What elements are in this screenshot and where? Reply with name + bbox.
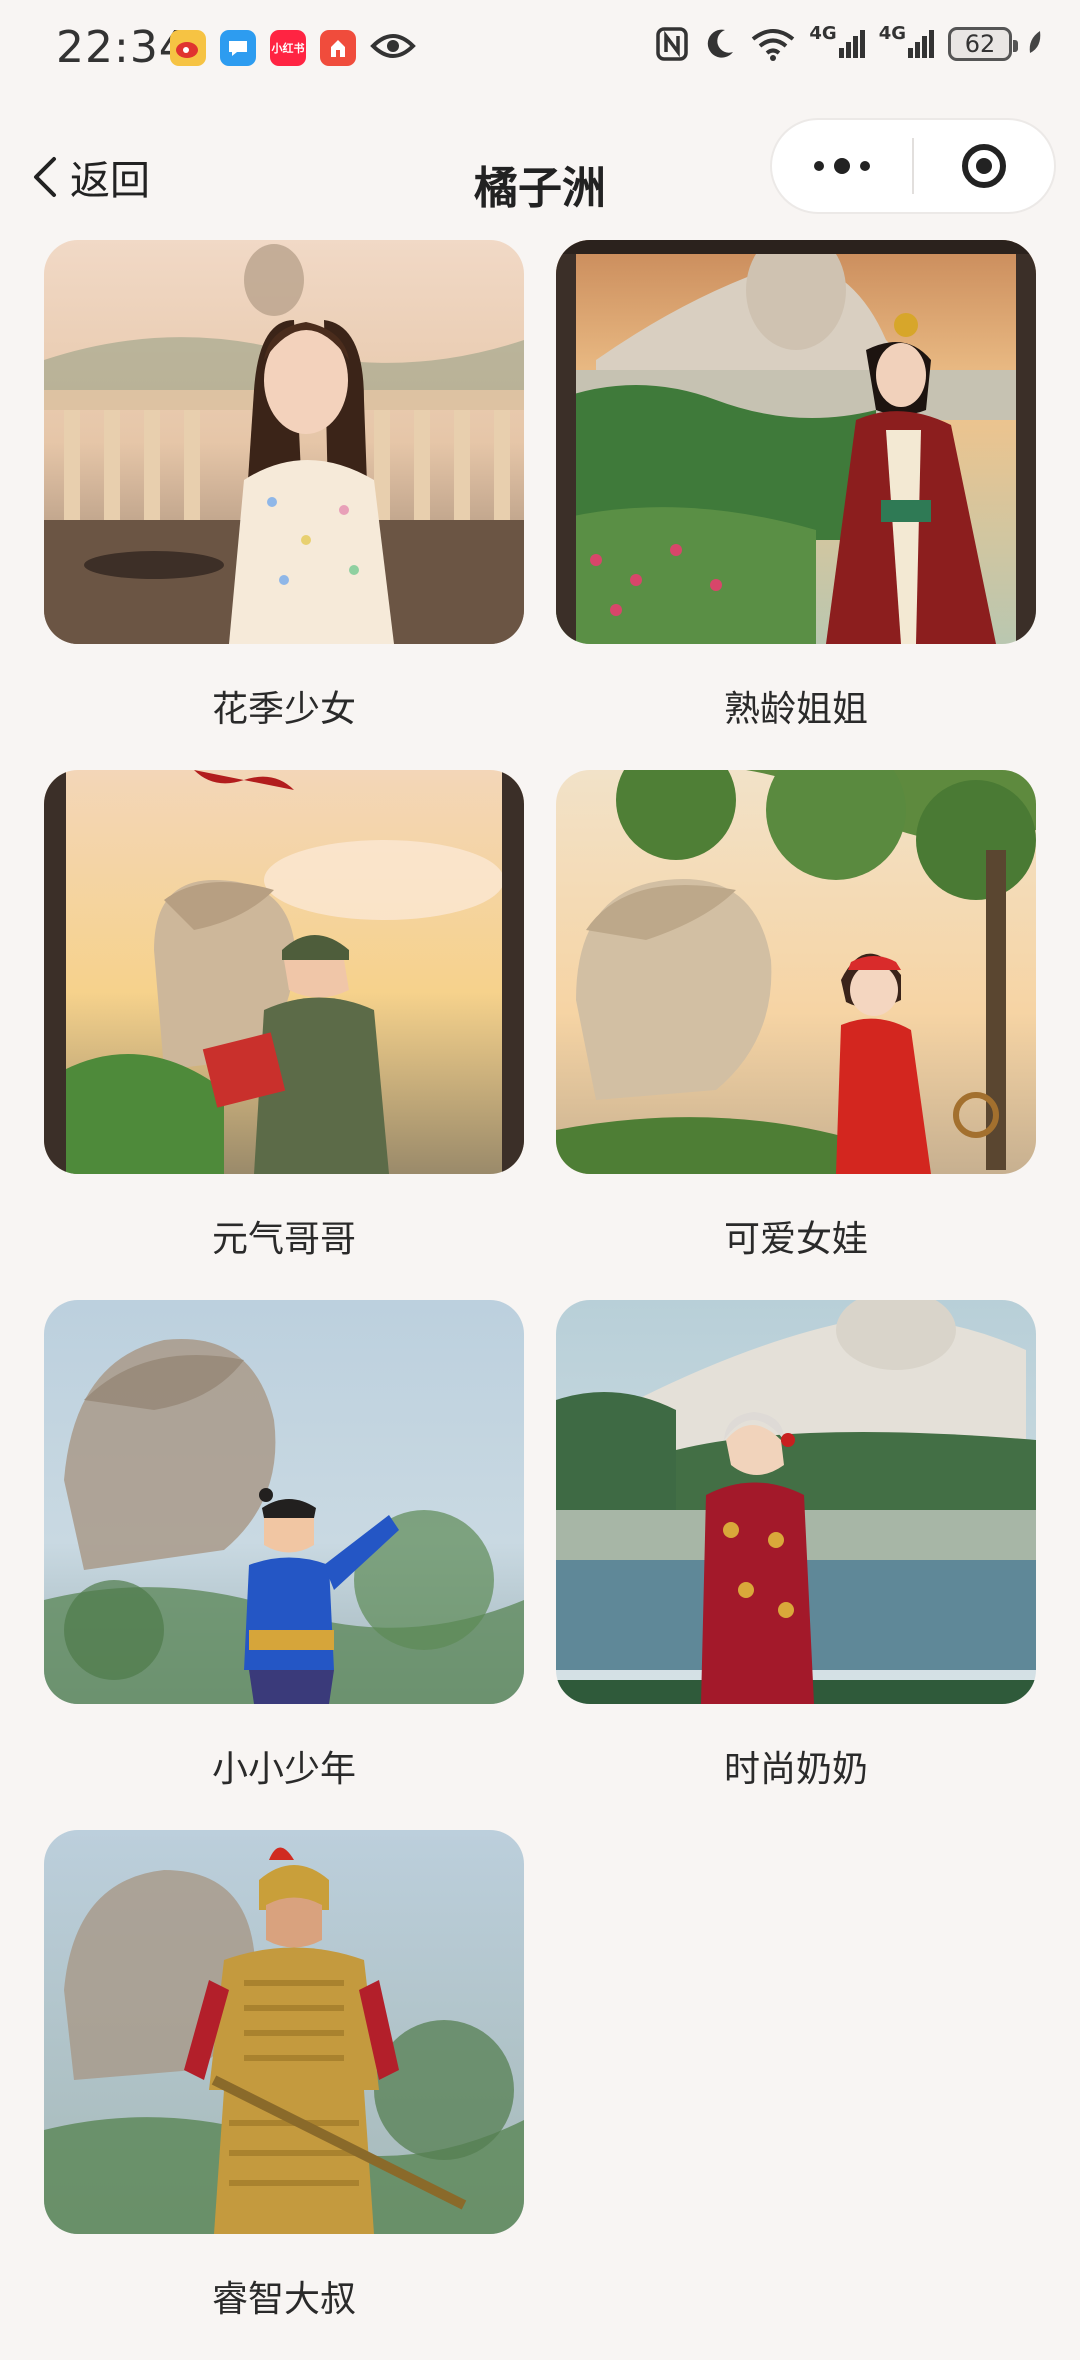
style-label: 熟龄姐姐 <box>723 689 868 730</box>
status-time: 22:34 <box>56 22 188 73</box>
style-label: 时尚奶奶 <box>723 1749 868 1790</box>
signal-2-icon: 4G <box>879 23 934 58</box>
xiaohongshu-icon: 小红书 <box>270 30 306 66</box>
style-card[interactable]: 元气哥哥 <box>44 770 524 1300</box>
style-card[interactable]: 小小少年 <box>44 1300 524 1830</box>
status-bar: 22:34 小红书 4G 4G 62 <box>0 0 1080 104</box>
style-label: 可爱女娃 <box>723 1219 868 1260</box>
eye-icon <box>370 31 416 65</box>
style-image <box>556 1300 1036 1704</box>
style-image <box>44 770 524 1174</box>
style-image <box>44 1300 524 1704</box>
style-label: 小小少年 <box>211 1749 356 1790</box>
style-card[interactable]: 睿智大叔 <box>44 1830 524 2360</box>
signal-1-icon: 4G <box>809 23 865 58</box>
more-icon <box>814 158 870 174</box>
mini-program-capsule <box>770 118 1056 214</box>
style-label: 元气哥哥 <box>211 1219 356 1260</box>
wifi-icon <box>752 29 795 61</box>
style-image <box>44 240 524 644</box>
nfc-icon <box>656 27 689 61</box>
battery-indicator: 62 <box>948 27 1018 61</box>
more-button[interactable] <box>772 120 912 212</box>
style-card[interactable]: 熟龄姐姐 <box>556 240 1036 770</box>
notification-icons: 小红书 <box>170 30 416 66</box>
moon-icon <box>708 29 734 58</box>
style-label: 花季少女 <box>211 689 356 730</box>
style-card[interactable]: 时尚奶奶 <box>556 1300 1036 1830</box>
style-card[interactable]: 可爱女娃 <box>556 770 1036 1300</box>
style-image <box>556 770 1036 1174</box>
style-grid: 花季少女 熟龄姐姐 元气哥哥 可爱女娃 小小少年 时尚奶奶 睿智大叔 <box>44 240 1036 2360</box>
app-icon <box>320 30 356 66</box>
message-icon <box>220 30 256 66</box>
weibo-icon <box>170 30 206 66</box>
leaf-icon <box>1029 31 1041 53</box>
nav-bar: 返回 橘子洲 <box>0 110 1080 240</box>
status-indicators: 4G 4G 62 <box>655 23 1044 62</box>
style-card[interactable]: 花季少女 <box>44 240 524 770</box>
battery-level: 62 <box>964 30 996 58</box>
close-miniprogram-button[interactable] <box>914 120 1054 212</box>
style-image <box>556 240 1036 644</box>
target-icon <box>962 144 1006 188</box>
style-label: 睿智大叔 <box>211 2279 356 2320</box>
style-image <box>44 1830 524 2234</box>
